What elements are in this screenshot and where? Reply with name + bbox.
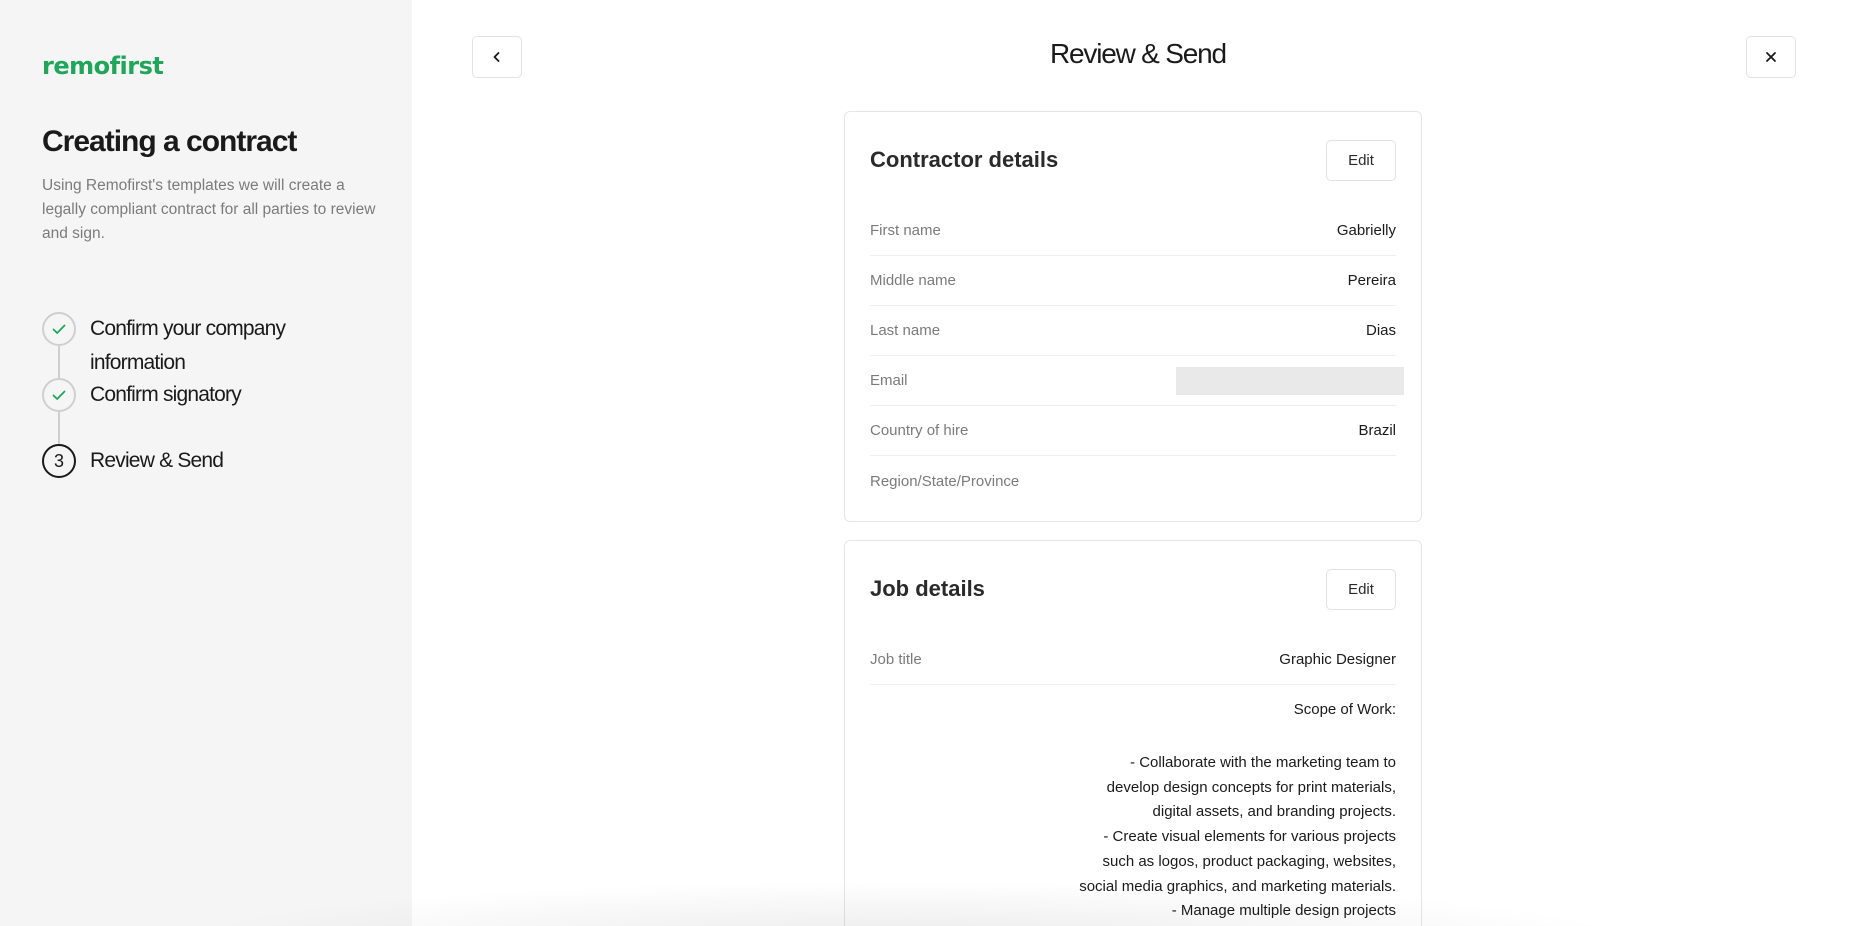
row-label: Country of hire bbox=[870, 422, 969, 439]
edit-job-button[interactable]: Edit bbox=[1326, 568, 1396, 610]
scope-heading: Scope of Work: bbox=[1293, 701, 1396, 718]
row-label: Job title bbox=[870, 651, 922, 668]
step-number: 3 bbox=[42, 444, 76, 478]
step-check-icon bbox=[42, 378, 76, 412]
row-label: Last name bbox=[870, 322, 941, 339]
step-label: Confirm your company information bbox=[90, 317, 286, 374]
row-label: Middle name bbox=[870, 272, 956, 289]
edit-contractor-button[interactable]: Edit bbox=[1326, 139, 1396, 181]
step-check-icon bbox=[42, 312, 76, 346]
row-value: Dias bbox=[1365, 322, 1396, 339]
sidebar-description: Using Remofirst's templates we will crea… bbox=[42, 177, 376, 242]
scope-of-work-text: - Collaborate with the marketing team to… bbox=[1079, 754, 1396, 920]
close-button[interactable] bbox=[1746, 36, 1796, 78]
row-value: Brazil bbox=[1358, 422, 1396, 439]
step-label: Confirm signatory bbox=[90, 383, 242, 406]
back-button[interactable] bbox=[472, 36, 522, 78]
detail-row-email: Email bbox=[870, 356, 1404, 406]
step-label: Review & Send bbox=[90, 449, 224, 472]
row-label: Region/State/Province bbox=[870, 472, 1020, 490]
detail-row-job-title: Job title Graphic Designer bbox=[870, 635, 1396, 685]
close-icon bbox=[1766, 52, 1776, 62]
detail-row-first-name: First name Gabrielly bbox=[870, 206, 1396, 256]
chevron-left-icon bbox=[493, 52, 500, 62]
sidebar-title: Creating a contract bbox=[42, 125, 297, 158]
row-value: Pereira bbox=[1347, 272, 1396, 289]
remofirst-logo[interactable]: remofirst bbox=[42, 52, 164, 80]
row-label: Email bbox=[870, 372, 908, 389]
sidebar: remofirst Creating a contract Using Remo… bbox=[0, 0, 412, 926]
page-title: Review & Send bbox=[1050, 38, 1227, 69]
step-connector bbox=[58, 346, 60, 378]
stepper: Confirm your company information Confirm… bbox=[42, 312, 382, 510]
row-value: Gabrielly bbox=[1336, 222, 1396, 239]
step-review-send[interactable]: 3 Review & Send bbox=[42, 444, 382, 510]
step-confirm-company[interactable]: Confirm your company information bbox=[42, 312, 382, 378]
card-title: Contractor details bbox=[870, 147, 1059, 172]
contractor-details-card: Contractor details Edit First name Gabri… bbox=[844, 111, 1422, 522]
card-header: Job details Edit bbox=[870, 541, 1396, 635]
detail-row-region: Region/State/Province bbox=[870, 456, 1396, 506]
card-header: Contractor details Edit bbox=[870, 112, 1396, 206]
step-confirm-signatory[interactable]: Confirm signatory bbox=[42, 378, 382, 444]
detail-row-last-name: Last name Dias bbox=[870, 306, 1396, 356]
row-value: Graphic Designer bbox=[1279, 651, 1396, 668]
detail-row-country: Country of hire Brazil bbox=[870, 406, 1396, 456]
row-label: First name bbox=[870, 222, 941, 239]
card-title: Job details bbox=[870, 576, 985, 601]
redacted-email-value bbox=[1176, 366, 1404, 395]
job-details-card: Job details Edit Job title Graphic Desig… bbox=[844, 540, 1422, 926]
step-connector bbox=[58, 412, 60, 444]
detail-row-middle-name: Middle name Pereira bbox=[870, 256, 1396, 306]
